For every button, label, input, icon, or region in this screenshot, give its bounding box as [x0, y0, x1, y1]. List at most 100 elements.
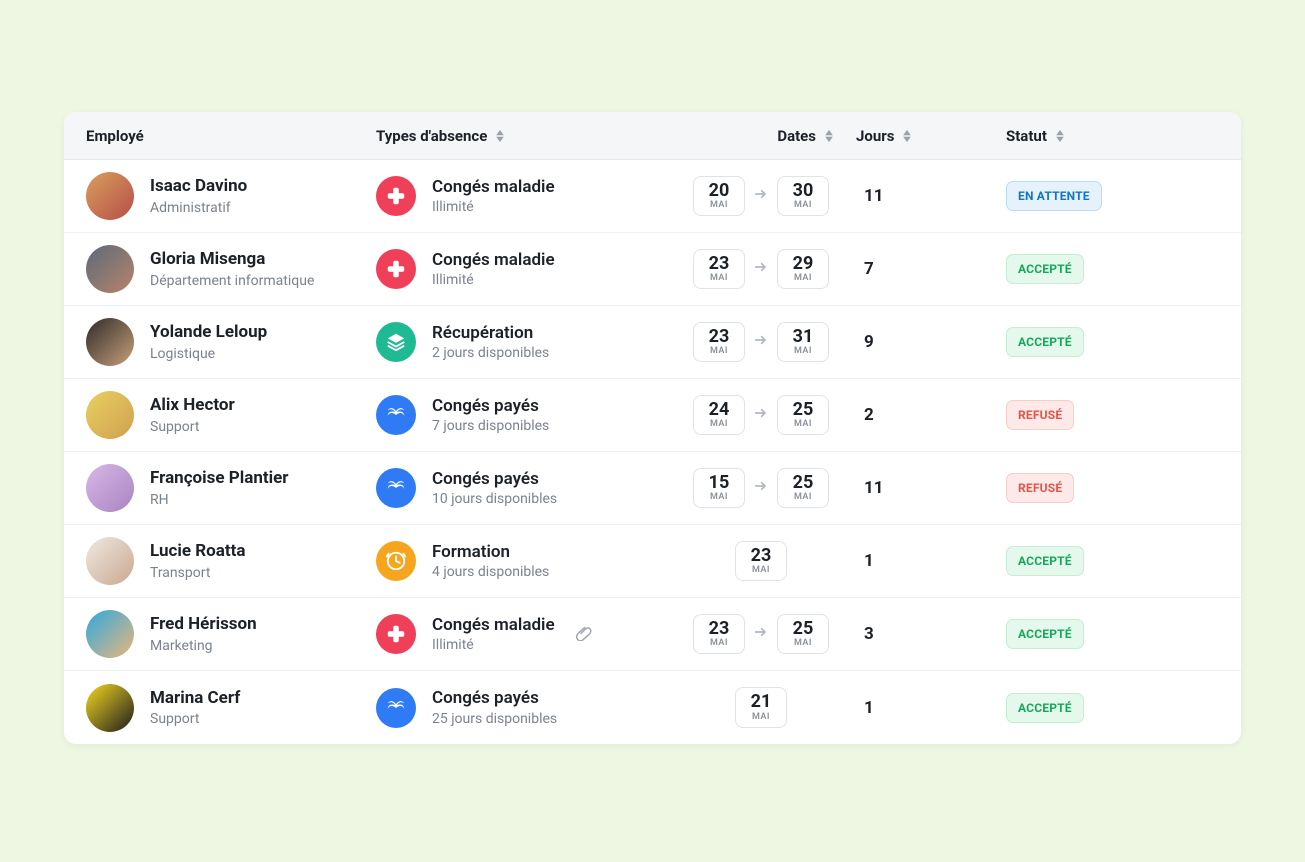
date-day: 23 [750, 546, 772, 566]
absence-type-sub: 10 jours disponibles [432, 491, 557, 507]
status-badge[interactable]: ACCEPTÉ [1006, 546, 1084, 576]
table-row[interactable]: Fred HérissonMarketingCongés maladieIlli… [64, 598, 1241, 671]
absence-type-label: Récupération [432, 323, 549, 343]
date-box: 23MAI [693, 614, 745, 655]
absence-type-label: Congés maladie [432, 177, 555, 197]
date-box: 24MAI [693, 395, 745, 436]
days-count: 2 [856, 405, 1006, 425]
employee-dept: RH [150, 492, 289, 508]
absence-type-label: Congés payés [432, 688, 557, 708]
date-box: 23MAI [693, 249, 745, 290]
sort-icon [902, 130, 912, 142]
absence-type-label: Congés maladie [432, 615, 555, 635]
status-badge[interactable]: ACCEPTÉ [1006, 693, 1084, 723]
table-row[interactable]: Alix HectorSupportCongés payés7 jours di… [64, 379, 1241, 452]
avatar [86, 537, 134, 585]
table-row[interactable]: Gloria MisengaDépartement informatiqueCo… [64, 233, 1241, 306]
sort-icon [1055, 130, 1065, 142]
column-header-employee[interactable]: Employé [86, 127, 376, 145]
employee-dept: Marketing [150, 638, 257, 654]
avatar [86, 318, 134, 366]
status-badge[interactable]: ACCEPTÉ [1006, 619, 1084, 649]
employee-dept: Logistique [150, 346, 267, 362]
date-month: MAI [708, 200, 730, 210]
status-badge[interactable]: REFUSÉ [1006, 400, 1074, 430]
date-month: MAI [708, 492, 730, 502]
table-row[interactable]: Marina CerfSupportCongés payés25 jours d… [64, 671, 1241, 744]
arrow-right-icon [753, 259, 769, 279]
date-day: 23 [708, 619, 730, 639]
date-range: 23MAI [666, 541, 856, 582]
table-header: Employé Types d'absence Dates [64, 112, 1241, 160]
date-day: 29 [792, 254, 814, 274]
employee-dept: Support [150, 419, 235, 435]
date-range: 23MAI 29MAI [666, 249, 856, 290]
column-label: Dates [777, 127, 816, 145]
date-month: MAI [708, 346, 730, 356]
date-day: 23 [708, 327, 730, 347]
table-row[interactable]: Françoise Plantier RH Congés payés 10 jours… [64, 452, 1241, 525]
column-label: Types d'absence [376, 127, 487, 145]
status-badge[interactable]: ACCEPTÉ [1006, 327, 1084, 357]
employee-name: Alix Hector [150, 395, 235, 415]
status-badge[interactable]: REFUSÉ [1006, 473, 1074, 503]
date-box: 30MAI [777, 176, 829, 217]
date-day: 25 [792, 400, 814, 420]
status-badge[interactable]: ACCEPTÉ [1006, 254, 1084, 284]
avatar [86, 610, 134, 658]
date-range: 20MAI30MAI [666, 176, 856, 217]
employee-name: Françoise Plantier [150, 468, 289, 488]
employee-dept: Administratif [150, 200, 247, 216]
absence-type-label: Congés payés [432, 469, 557, 489]
date-box: 29MAI [777, 249, 829, 290]
date-box: 25MAI [777, 468, 829, 509]
date-box: 31MAI [777, 322, 829, 363]
employee-dept: Support [150, 711, 240, 727]
date-month: MAI [792, 346, 814, 356]
date-month: MAI [792, 638, 814, 648]
absence-type-label: Formation [432, 542, 549, 562]
date-day: 31 [792, 327, 814, 347]
date-day: 24 [708, 400, 730, 420]
date-box: 25MAI [777, 614, 829, 655]
palm-icon [376, 688, 416, 728]
avatar [86, 684, 134, 732]
arrow-right-icon [753, 405, 769, 425]
medical-cross-icon [376, 176, 416, 216]
date-range: 23MAI31MAI [666, 322, 856, 363]
date-box: 20MAI [693, 176, 745, 217]
table-row[interactable]: Yolande LeloupLogistiqueRécupération2 jo… [64, 306, 1241, 379]
date-box: 21MAI [735, 687, 787, 728]
days-count: 9 [856, 332, 1006, 352]
medical-cross-icon [376, 614, 416, 654]
layers-icon [376, 322, 416, 362]
sort-icon [495, 130, 505, 142]
date-month: MAI [708, 638, 730, 648]
attachment-icon[interactable] [575, 623, 593, 645]
table-row[interactable]: Isaac DavinoAdministratifCongés maladieI… [64, 160, 1241, 233]
employee-name: Marina Cerf [150, 688, 240, 708]
date-day: 30 [792, 181, 814, 201]
absence-table: Employé Types d'absence Dates [64, 112, 1241, 744]
table-row[interactable]: Lucie RoattaTransportFormation4 jours di… [64, 525, 1241, 598]
absence-type-sub: 4 jours disponibles [432, 564, 549, 580]
date-box: 23MAI [735, 541, 787, 582]
days-count: 11 [856, 478, 1006, 498]
column-header-status[interactable]: Statut [1006, 127, 1219, 145]
column-header-days[interactable]: Jours [856, 127, 1006, 145]
absence-type-sub: Illimité [432, 272, 555, 288]
date-day: 20 [708, 181, 730, 201]
column-header-dates[interactable]: Dates [666, 127, 856, 145]
avatar [86, 391, 134, 439]
palm-icon [376, 395, 416, 435]
date-day: 25 [792, 619, 814, 639]
status-badge[interactable]: EN ATTENTE [1006, 181, 1102, 211]
medical-cross-icon [376, 249, 416, 289]
column-header-absence-type[interactable]: Types d'absence [376, 127, 666, 145]
avatar [86, 172, 134, 220]
date-month: MAI [792, 200, 814, 210]
avatar [86, 245, 134, 293]
absence-type-sub: 2 jours disponibles [432, 345, 549, 361]
date-month: MAI [708, 419, 730, 429]
employee-name: Gloria Misenga [150, 249, 314, 269]
